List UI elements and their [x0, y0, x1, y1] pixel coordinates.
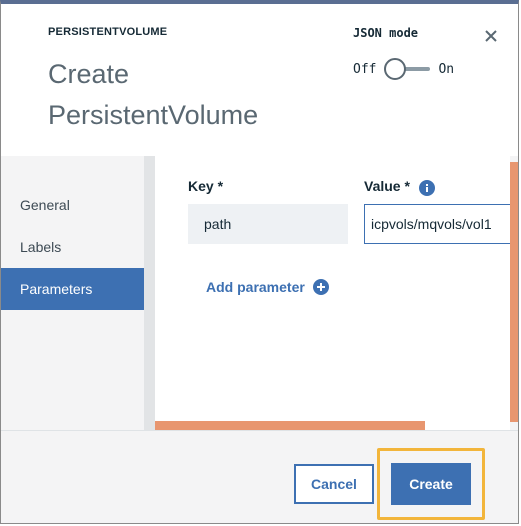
json-mode-label: JSON mode: [353, 26, 419, 40]
sidebar-item-label: General: [20, 197, 70, 213]
sidebar-item-labels[interactable]: Labels: [1, 226, 144, 268]
sidebar-item-parameters[interactable]: Parameters: [1, 268, 144, 310]
toggle-knob: [384, 58, 407, 80]
nav-divider: [144, 156, 155, 430]
value-column-label: Value *: [364, 178, 410, 194]
add-parameter-label: Add parameter: [206, 279, 305, 295]
parameter-value-input[interactable]: icpvols/mqvols/vol1: [364, 204, 510, 244]
modal-footer: Cancel Create: [1, 430, 518, 523]
json-mode-toggle[interactable]: [384, 58, 431, 80]
toggle-on-label: On: [438, 61, 455, 77]
modal-eyebrow: PERSISTENTVOLUME: [48, 26, 168, 38]
plus-circle-icon: [312, 279, 329, 295]
sidebar-item-label: Parameters: [20, 281, 93, 297]
cancel-button[interactable]: Cancel: [294, 464, 374, 504]
parameter-key-input[interactable]: path: [188, 204, 348, 244]
add-parameter-button[interactable]: Add parameter: [206, 277, 329, 297]
horizontal-scrollbar[interactable]: [155, 421, 425, 430]
toggle-off-label: Off: [353, 61, 377, 77]
json-mode-toggle-row: Off On: [353, 58, 454, 80]
create-button[interactable]: Create: [391, 463, 471, 505]
modal-title: Create PersistentVolume: [48, 59, 259, 130]
key-column-label: Key *: [188, 178, 224, 194]
info-icon[interactable]: [419, 180, 435, 196]
sidebar-nav: General Labels Parameters: [1, 156, 144, 430]
modal-header: PERSISTENTVOLUME Create PersistentVolume…: [1, 4, 518, 156]
sidebar-item-general[interactable]: General: [1, 184, 144, 226]
close-icon[interactable]: [481, 26, 501, 46]
parameters-panel: Key * Value * path icpvols/mqvols/vol1 A…: [155, 156, 510, 430]
sidebar-item-label: Labels: [20, 239, 62, 255]
vertical-scrollbar[interactable]: [510, 162, 518, 422]
create-persistentvolume-modal: PERSISTENTVOLUME Create PersistentVolume…: [0, 0, 519, 524]
